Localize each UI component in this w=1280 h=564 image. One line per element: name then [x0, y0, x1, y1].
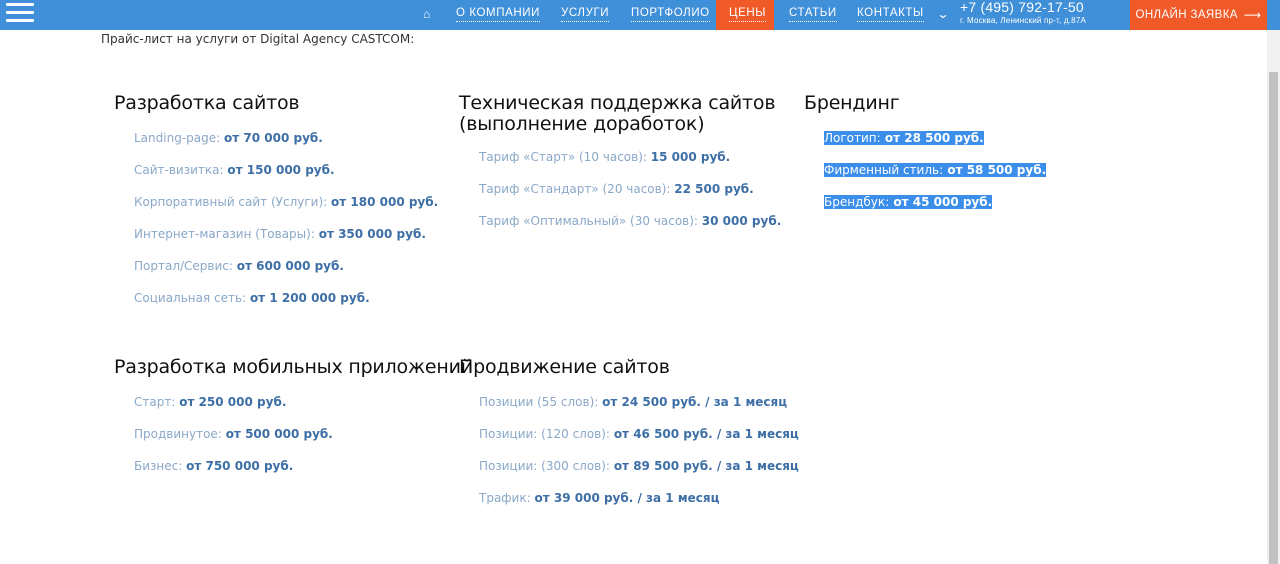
- section-seo: Продвижение сайтов: [459, 357, 670, 378]
- home-icon[interactable]: ⌂: [423, 7, 430, 21]
- price-item: Позиции: (300 слов): от 89 500 руб. / за…: [479, 459, 799, 473]
- section-title: Брендинг: [804, 92, 900, 114]
- nav-active-tab: ЦЕНЫ: [716, 0, 774, 30]
- top-navigation-bar: ⌂ О КОМПАНИИ УСЛУГИ ПОРТФОЛИО ЦЕНЫ СТАТЬ…: [0, 0, 1280, 30]
- online-request-button[interactable]: ОНЛАЙН ЗАЯВКА ⟶: [1130, 0, 1267, 30]
- price-item: Позиции: (120 слов): от 46 500 руб. / за…: [479, 427, 799, 441]
- price-item: Продвинутое: от 500 000 руб.: [134, 427, 333, 441]
- section-mobile-apps: Разработка мобильных приложений: [114, 357, 473, 378]
- price-item: Трафик: от 39 000 руб. / за 1 месяц: [479, 491, 720, 505]
- nav-link-articles[interactable]: СТАТЬИ: [789, 7, 837, 22]
- price-item: Брендбук: от 45 000 руб.: [824, 195, 993, 209]
- price-item: Позиции (55 слов): от 24 500 руб. / за 1…: [479, 395, 788, 409]
- scrollbar-thumb[interactable]: [1269, 72, 1278, 564]
- nav-link-contacts[interactable]: КОНТАКТЫ: [857, 7, 924, 22]
- section-title-line2: (выполнение доработок): [459, 113, 705, 135]
- nav-link-portfolio[interactable]: ПОРТФОЛИО: [631, 7, 710, 22]
- nav-link-services[interactable]: УСЛУГИ: [561, 7, 610, 22]
- price-item: Логотип: от 28 500 руб.: [824, 131, 984, 145]
- hamburger-menu-icon[interactable]: [6, 3, 34, 25]
- price-item: Фирменный стиль: от 58 500 руб.: [824, 163, 1047, 177]
- section-tech-support: Техническая поддержка сайтов (выполнение…: [459, 92, 776, 135]
- section-title: Продвижение сайтов: [459, 356, 670, 378]
- nav-link-about[interactable]: О КОМПАНИИ: [456, 7, 541, 22]
- section-title-line1: Техническая поддержка сайтов: [459, 92, 776, 114]
- price-item: Тариф «Стандарт» (20 часов): 22 500 руб.: [479, 182, 754, 196]
- price-list-intro: Прайс-лист на услуги от Digital Agency C…: [101, 32, 415, 46]
- phone-number[interactable]: +7 (495) 792-17-50: [960, 0, 1084, 15]
- section-title: Разработка сайтов: [114, 92, 300, 114]
- price-item: Бизнес: от 750 000 руб.: [134, 459, 294, 473]
- office-address: г. Москва, Ленинский пр-т, д.87А: [960, 16, 1087, 25]
- price-item: Старт: от 250 000 руб.: [134, 395, 287, 409]
- arrow-right-icon: ⟶: [1243, 8, 1262, 22]
- price-item: Корпоративный сайт (Услуги): от 180 000 …: [134, 195, 439, 209]
- section-title: Разработка мобильных приложений: [114, 356, 473, 378]
- section-web-development: Разработка сайтов: [114, 92, 300, 114]
- section-branding: Брендинг: [804, 93, 900, 114]
- price-item: Портал/Сервис: от 600 000 руб.: [134, 259, 344, 273]
- nav-link-prices[interactable]: ЦЕНЫ: [729, 7, 767, 22]
- price-item: Тариф «Старт» (10 часов): 15 000 руб.: [479, 150, 731, 164]
- price-item: Социальная сеть: от 1 200 000 руб.: [134, 291, 370, 305]
- price-item: Landing-page: от 70 000 руб.: [134, 131, 323, 145]
- chevron-down-icon[interactable]: ⌄: [936, 7, 949, 21]
- price-item: Сайт-визитка: от 150 000 руб.: [134, 163, 335, 177]
- price-item: Интернет-магазин (Товары): от 350 000 ру…: [134, 227, 426, 241]
- price-item: Тариф «Оптимальный» (30 часов): 30 000 р…: [479, 214, 782, 228]
- online-request-label: ОНЛАЙН ЗАЯВКА: [1135, 9, 1238, 21]
